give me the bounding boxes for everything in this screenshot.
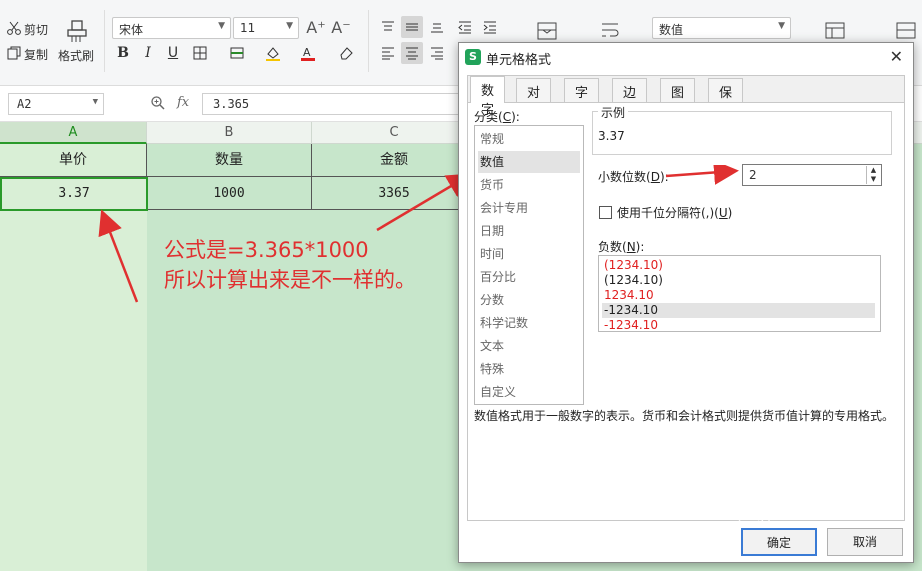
underline-button[interactable]: U [162, 42, 184, 64]
stepper-buttons[interactable]: ▲ ▼ [866, 166, 880, 184]
tab-pattern[interactable]: 图案 [660, 78, 696, 120]
format-painter-button[interactable]: 格式刷 [58, 47, 94, 64]
sample-value: 3.37 [598, 129, 625, 143]
ok-button[interactable]: 确定 [741, 528, 817, 556]
chevron-down-icon: ▼ [92, 97, 98, 107]
arrow-to-cell [98, 209, 139, 303]
increase-indent-icon[interactable] [479, 16, 501, 38]
list-item[interactable]: 自定义 [478, 381, 516, 403]
decimal-places-value: 2 [749, 168, 757, 182]
font-name-value: 宋体 [119, 23, 144, 37]
number-format-value: 数值 [659, 23, 684, 37]
copy-icon[interactable] [6, 45, 22, 61]
scissors-icon[interactable] [6, 20, 22, 36]
list-item[interactable]: 货币 [478, 174, 504, 196]
wrap-text-icon[interactable] [597, 18, 623, 44]
format-description: 数值格式用于一般数字的表示。货币和会计格式则提供货币值计算的专用格式。 [474, 409, 895, 423]
tab-alignment[interactable]: 对齐 [516, 78, 552, 120]
chevron-down-icon: ▼ [778, 21, 785, 31]
thousands-separator-label: 使用千位分隔符(,)(U) [617, 206, 733, 220]
annotation-line-1: 公式是=3.365*1000 [164, 238, 369, 262]
name-box[interactable]: A2 ▼ [8, 93, 104, 115]
list-item[interactable]: -1234.10 [602, 318, 658, 331]
number-tab-panel: 分类(C): 常规 数值 货币 会计专用 日期 时间 百分比 分数 科学记数 文… [468, 102, 904, 520]
cell-icon[interactable] [893, 18, 919, 44]
align-middle-icon[interactable] [401, 16, 423, 38]
list-item[interactable]: 文本 [478, 335, 504, 357]
sample-label: 示例 [598, 104, 629, 121]
align-center-icon[interactable] [401, 42, 423, 64]
align-left-icon[interactable] [377, 42, 399, 64]
close-icon[interactable]: ✕ [890, 47, 903, 66]
list-item[interactable]: 数值 [478, 151, 580, 173]
category-list[interactable]: 常规 数值 货币 会计专用 日期 时间 百分比 分数 科学记数 文本 特殊 自定… [474, 125, 584, 405]
thousands-separator-checkbox[interactable] [599, 206, 612, 219]
tab-protection[interactable]: 保护 [708, 78, 744, 120]
table-style-icon[interactable] [822, 18, 848, 44]
list-item[interactable]: -1234.10 [602, 303, 875, 318]
dialog-title: 单元格格式 [486, 53, 552, 68]
fx-icon[interactable]: fx [177, 95, 189, 110]
svg-text:A: A [303, 46, 311, 59]
cancel-button[interactable]: 取消 [827, 528, 903, 556]
increase-font-icon[interactable]: A⁺ [305, 16, 327, 38]
font-name-select[interactable]: 宋体 ▼ [112, 17, 231, 39]
negative-numbers-label: 负数(N): [598, 240, 645, 254]
dialog-titlebar[interactable]: S 单元格格式 ✕ [459, 43, 913, 71]
chevron-down-icon: ▼ [218, 21, 225, 31]
zoom-icon[interactable] [150, 95, 166, 115]
eraser-icon[interactable] [335, 42, 357, 64]
arrow-to-category [376, 173, 473, 232]
divider [104, 10, 105, 72]
font-size-select[interactable]: 11 ▼ [233, 17, 299, 39]
decrease-indent-icon[interactable] [454, 16, 476, 38]
decimal-places-stepper[interactable]: 2 ▲ ▼ [742, 164, 882, 186]
bold-button[interactable]: B [112, 42, 134, 64]
cell-style-icon[interactable] [226, 42, 248, 64]
decrease-font-icon[interactable]: A⁻ [330, 16, 352, 38]
list-item[interactable]: 特殊 [478, 358, 504, 380]
divider [368, 10, 369, 72]
merge-cells-icon[interactable] [534, 18, 560, 44]
italic-button[interactable]: I [137, 42, 159, 64]
number-format-select[interactable]: 数值 ▼ [652, 17, 791, 39]
name-box-value: A2 [17, 97, 32, 111]
list-item[interactable]: 1234.10 [602, 288, 654, 303]
tab-font[interactable]: 字体 [564, 78, 600, 120]
chevron-up-icon[interactable]: ▲ [867, 166, 880, 175]
list-item[interactable]: (1234.10) [602, 273, 663, 288]
list-item[interactable]: 百分比 [478, 266, 516, 288]
decimal-places-label: 小数位数(D): [598, 170, 669, 184]
chevron-down-icon: ▼ [286, 21, 293, 31]
baidu-watermark-url: jingyan.baidu.com [738, 508, 875, 523]
list-item[interactable]: 科学记数 [478, 312, 528, 334]
list-item[interactable]: 会计专用 [478, 197, 528, 219]
align-right-icon[interactable] [426, 42, 448, 64]
negative-numbers-list[interactable]: (1234.10) (1234.10) 1234.10 -1234.10 -12… [598, 255, 881, 332]
format-painter-icon[interactable] [64, 18, 90, 44]
dialog-body: 数字 对齐 字体 边框 图案 保护 分类(C): 常规 数值 货币 会计专用 日… [467, 75, 905, 521]
list-item[interactable]: 常规 [478, 128, 504, 150]
chevron-down-icon[interactable]: ▼ [867, 175, 880, 184]
list-item[interactable]: 时间 [478, 243, 504, 265]
list-item[interactable]: 日期 [478, 220, 504, 242]
cut-button[interactable]: 剪切 [24, 21, 48, 38]
annotation-line-2: 所以计算出来是不一样的。 [164, 268, 416, 292]
align-bottom-icon[interactable] [426, 16, 448, 38]
copy-button[interactable]: 复制 [24, 46, 48, 63]
sample-group [592, 111, 892, 155]
font-color-icon[interactable]: A [297, 42, 319, 64]
font-size-value: 11 [240, 21, 256, 35]
align-top-icon[interactable] [377, 16, 399, 38]
fill-color-icon[interactable] [262, 42, 284, 64]
border-icon[interactable] [189, 42, 211, 64]
list-item[interactable]: 分数 [478, 289, 504, 311]
tab-border[interactable]: 边框 [612, 78, 648, 120]
annotation-arrow-decimals [665, 165, 739, 185]
list-item[interactable]: (1234.10) [602, 258, 663, 273]
wps-logo-icon: S [465, 49, 481, 65]
tab-number[interactable]: 数字 [470, 76, 506, 118]
